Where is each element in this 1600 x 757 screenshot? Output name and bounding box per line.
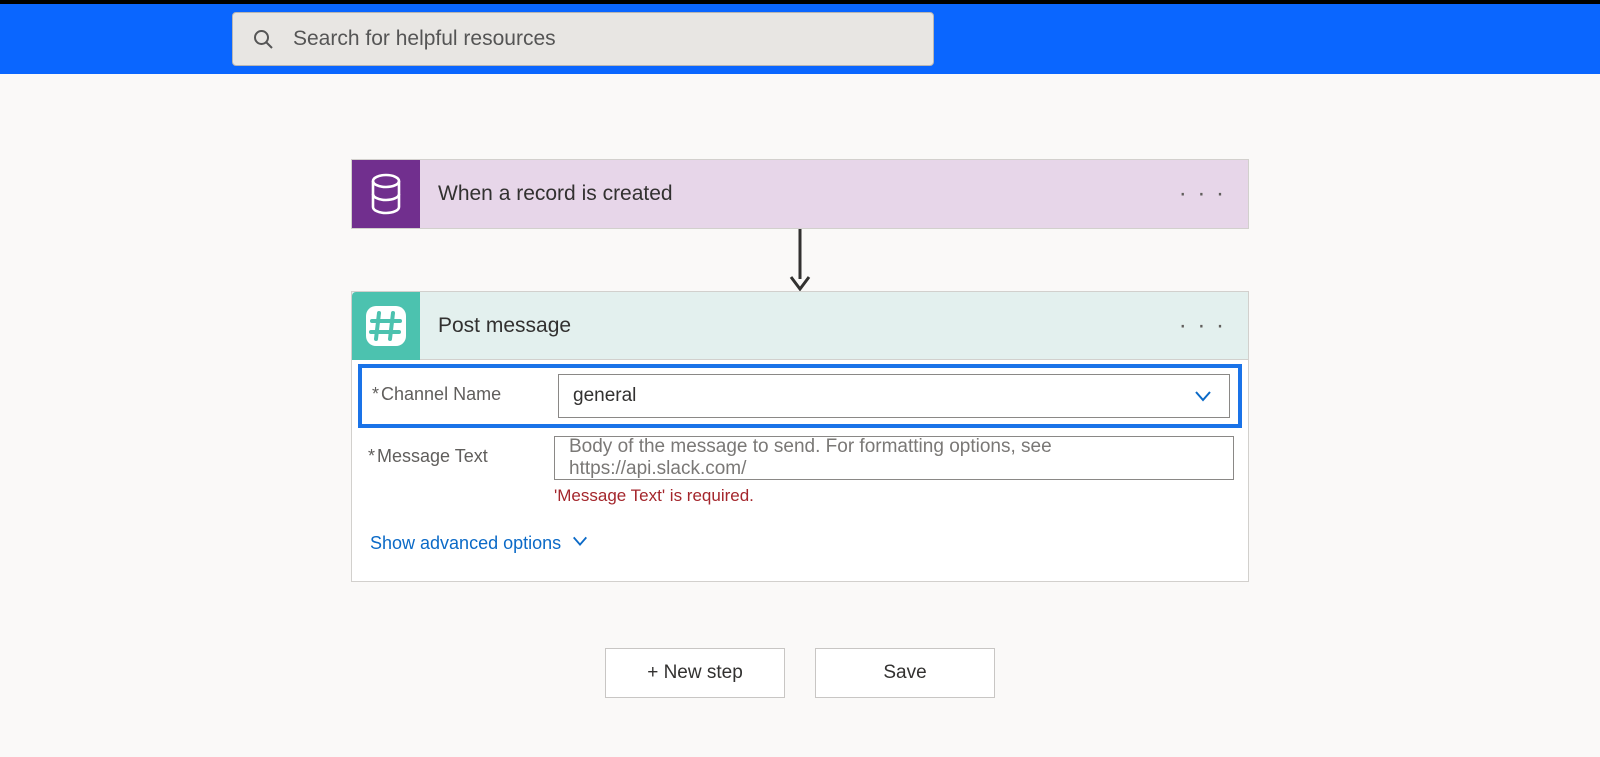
action-title: Post message: [420, 314, 1157, 338]
database-icon: [352, 160, 420, 228]
action-menu-button[interactable]: · · ·: [1157, 314, 1248, 338]
trigger-card[interactable]: When a record is created · · ·: [351, 159, 1249, 229]
channel-name-dropdown[interactable]: general: [558, 374, 1230, 418]
search-icon: [251, 27, 275, 51]
action-card[interactable]: Post message · · · *Channel Name general: [351, 291, 1249, 582]
message-text-row: *Message Text Body of the message to sen…: [362, 436, 1238, 506]
show-advanced-options[interactable]: Show advanced options: [352, 514, 603, 581]
hash-icon: [352, 292, 420, 360]
flow-canvas: When a record is created · · ·: [0, 74, 1600, 698]
action-body: *Channel Name general *Message Text: [352, 364, 1248, 581]
trigger-title: When a record is created: [420, 182, 1157, 206]
message-text-placeholder: Body of the message to send. For formatt…: [569, 436, 1219, 480]
message-text-input[interactable]: Body of the message to send. For formatt…: [554, 436, 1234, 480]
trigger-menu-button[interactable]: · · ·: [1157, 182, 1248, 206]
footer-buttons: + New step Save: [605, 648, 995, 698]
trigger-header: When a record is created · · ·: [352, 160, 1248, 228]
message-text-validation: 'Message Text' is required.: [554, 486, 1234, 506]
action-header: Post message · · ·: [352, 292, 1248, 360]
save-button[interactable]: Save: [815, 648, 995, 698]
channel-name-row: *Channel Name general: [358, 364, 1242, 428]
channel-name-label: *Channel Name: [366, 374, 554, 405]
new-step-button[interactable]: + New step: [605, 648, 785, 698]
message-text-label: *Message Text: [362, 436, 550, 467]
advanced-options-label: Show advanced options: [370, 533, 561, 554]
search-box[interactable]: [232, 12, 934, 66]
search-input[interactable]: [293, 27, 915, 51]
chevron-down-icon: [1193, 386, 1213, 406]
channel-name-value: general: [573, 385, 636, 407]
top-bar: [0, 0, 1600, 74]
connector-arrow: [787, 229, 813, 291]
chevron-down-icon: [571, 532, 589, 555]
